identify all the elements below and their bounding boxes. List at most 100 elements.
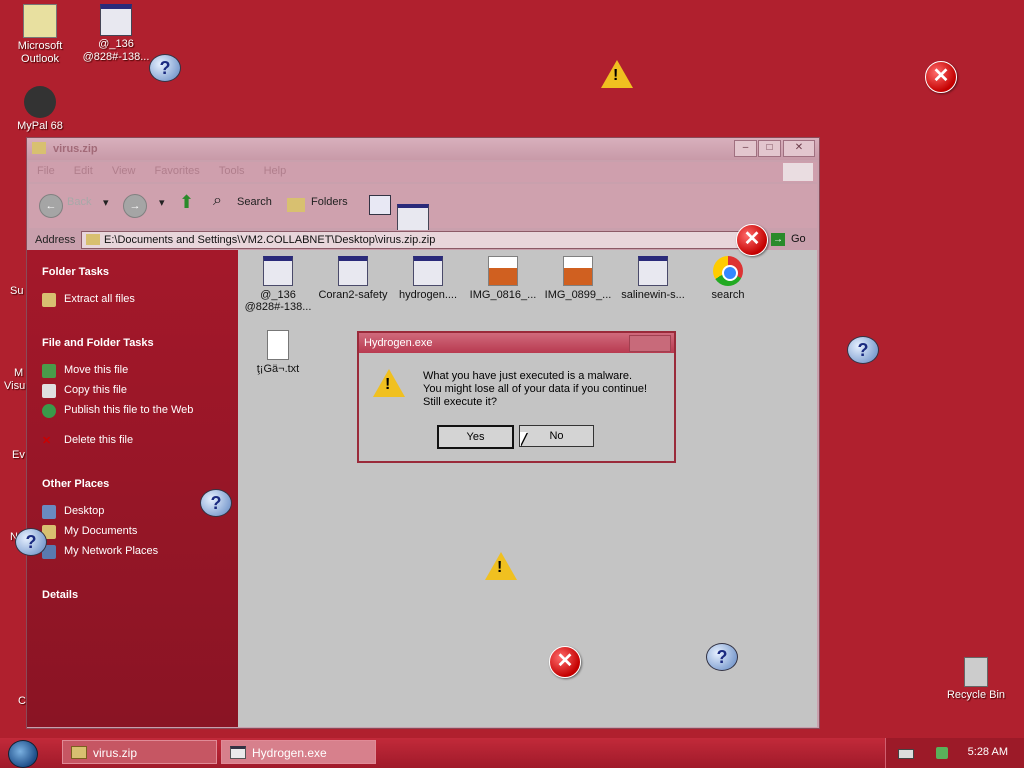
menu-view[interactable]: View [104, 162, 144, 180]
back-arrow-icon[interactable]: ← [39, 194, 63, 218]
outlook-icon [23, 4, 57, 38]
go-arrow-icon[interactable]: → [771, 233, 785, 246]
window-icon [100, 4, 132, 36]
dialog-message-line: Still execute it? [423, 396, 497, 408]
link-label: My Documents [64, 525, 138, 537]
taskbar-item-hydrogen[interactable]: Hydrogen.exe [221, 740, 376, 764]
file-item[interactable]: IMG_0899_... [540, 256, 616, 301]
delete-icon: ✕ [42, 435, 52, 447]
task-pane: Folder Tasks Extract all files File and … [27, 250, 238, 727]
taskbar: virus.zip Hydrogen.exe 5:28 AM [0, 738, 1024, 768]
clock[interactable]: 5:28 AM [968, 746, 1008, 758]
address-value: E:\Documents and Settings\VM2.COLLABNET\… [104, 234, 436, 246]
desktop-icon-outlook[interactable]: Microsoft Outlook [4, 4, 76, 66]
toolbar: ← Back ▾ → ▾ ⬆ ⌕ Search Folders [29, 184, 817, 231]
desktop-icon-mypal[interactable]: MyPal 68 [4, 86, 76, 133]
back-button[interactable]: Back [67, 196, 91, 208]
search-icon: ⌕ [213, 192, 222, 209]
file-item[interactable]: IMG_0816_... [465, 256, 541, 301]
start-button[interactable] [8, 740, 38, 768]
error-icon: ✕ [549, 646, 581, 678]
question-icon: ? [706, 643, 738, 671]
close-button[interactable]: ✕ [783, 140, 815, 157]
publish-file-link[interactable]: Publish this file to the Web [42, 404, 224, 418]
question-icon: ? [149, 54, 181, 82]
dialog-message-line: You might lose all of your data if you c… [423, 383, 648, 395]
file-item[interactable]: Coran2-safety [315, 256, 391, 301]
file-item[interactable]: ţ¡Gä¬.txt [240, 330, 316, 375]
taskbar-item-virus-zip[interactable]: virus.zip [62, 740, 217, 764]
menu-help[interactable]: Help [256, 162, 295, 180]
extract-all-link[interactable]: Extract all files [42, 293, 224, 307]
window-icon [338, 256, 368, 286]
search-button[interactable]: Search [237, 196, 272, 208]
file-item[interactable]: hydrogen.... [390, 256, 466, 301]
move-file-link[interactable]: Move this file [42, 364, 224, 378]
folders-button[interactable]: Folders [311, 196, 348, 208]
file-item[interactable]: search [690, 256, 766, 301]
globe-icon [42, 404, 56, 418]
question-icon: ? [200, 489, 232, 517]
maximize-button[interactable]: □ [758, 140, 781, 157]
no-button[interactable]: No [519, 425, 594, 447]
back-dropdown-icon[interactable]: ▾ [103, 196, 109, 209]
address-bar: Address E:\Documents and Settings\VM2.CO… [29, 230, 817, 250]
other-places-heading[interactable]: Other Places [42, 478, 109, 490]
error-icon: ✕ [736, 224, 768, 256]
window-icon [263, 256, 293, 286]
dialog-close-button[interactable] [629, 335, 671, 352]
menu-favorites[interactable]: Favorites [147, 162, 208, 180]
views-icon[interactable] [369, 195, 391, 215]
go-button[interactable]: Go [791, 233, 806, 245]
file-item[interactable]: @_136 @828#-138... [240, 256, 316, 313]
details-heading[interactable]: Details [42, 589, 78, 601]
file-tasks-heading[interactable]: File and Folder Tasks [42, 337, 154, 349]
menu-tools[interactable]: Tools [211, 162, 253, 180]
folders-icon [287, 198, 305, 212]
question-icon: ? [847, 336, 879, 364]
forward-arrow-icon[interactable]: → [123, 194, 147, 218]
file-name: search [711, 289, 745, 301]
network-icon[interactable] [936, 747, 948, 759]
desktop-icon-label: MyPal 68 [17, 120, 63, 132]
file-item[interactable]: salinewin-s... [615, 256, 691, 301]
my-network-places-link[interactable]: My Network Places [42, 545, 224, 559]
up-folder-icon[interactable]: ⬆ [179, 192, 194, 213]
title-bar[interactable]: virus.zip – □ ✕ [27, 138, 819, 160]
my-documents-link[interactable]: My Documents [42, 525, 224, 539]
minimize-button[interactable]: – [734, 140, 757, 157]
extract-icon [42, 293, 56, 307]
delete-file-link[interactable]: ✕ Delete this file [42, 434, 224, 447]
window-icon [230, 746, 246, 759]
copy-icon [42, 384, 56, 398]
window-icon [397, 204, 429, 231]
forward-dropdown-icon[interactable]: ▾ [159, 196, 165, 209]
folder-icon [86, 234, 100, 245]
dialog-title: Hydrogen.exe [359, 333, 674, 353]
menu-file[interactable]: File [29, 162, 63, 180]
image-icon [488, 256, 518, 286]
address-input[interactable]: E:\Documents and Settings\VM2.COLLABNET\… [81, 231, 755, 249]
folder-tasks-heading[interactable]: Folder Tasks [42, 266, 109, 278]
keyboard-icon[interactable] [898, 749, 914, 759]
menu-bar: File Edit View Favorites Tools Help [29, 162, 817, 182]
mouse-cursor-icon [520, 432, 527, 446]
window-icon [638, 256, 668, 286]
task-label: virus.zip [93, 746, 138, 760]
copy-file-link[interactable]: Copy this file [42, 384, 224, 398]
image-icon [563, 256, 593, 286]
move-icon [42, 364, 56, 378]
desktop-icon-executable[interactable]: @_136 @828#-138... [80, 4, 152, 64]
desktop-link[interactable]: Desktop [42, 505, 224, 519]
link-label: Publish this file to the Web [64, 404, 194, 416]
warning-icon: ! [601, 60, 633, 88]
folder-icon [32, 142, 46, 154]
desktop-icon-recycle-bin[interactable]: Recycle Bin [940, 657, 1012, 702]
menu-edit[interactable]: Edit [66, 162, 101, 180]
window-title: virus.zip [53, 143, 98, 155]
raccoon-icon [24, 86, 56, 118]
yes-button[interactable]: Yes [437, 425, 514, 449]
dialog-message: What you have just executed is a malware… [423, 370, 668, 409]
window-icon [413, 256, 443, 286]
malware-warning-dialog: Hydrogen.exe ! What you have just execut… [357, 331, 676, 463]
